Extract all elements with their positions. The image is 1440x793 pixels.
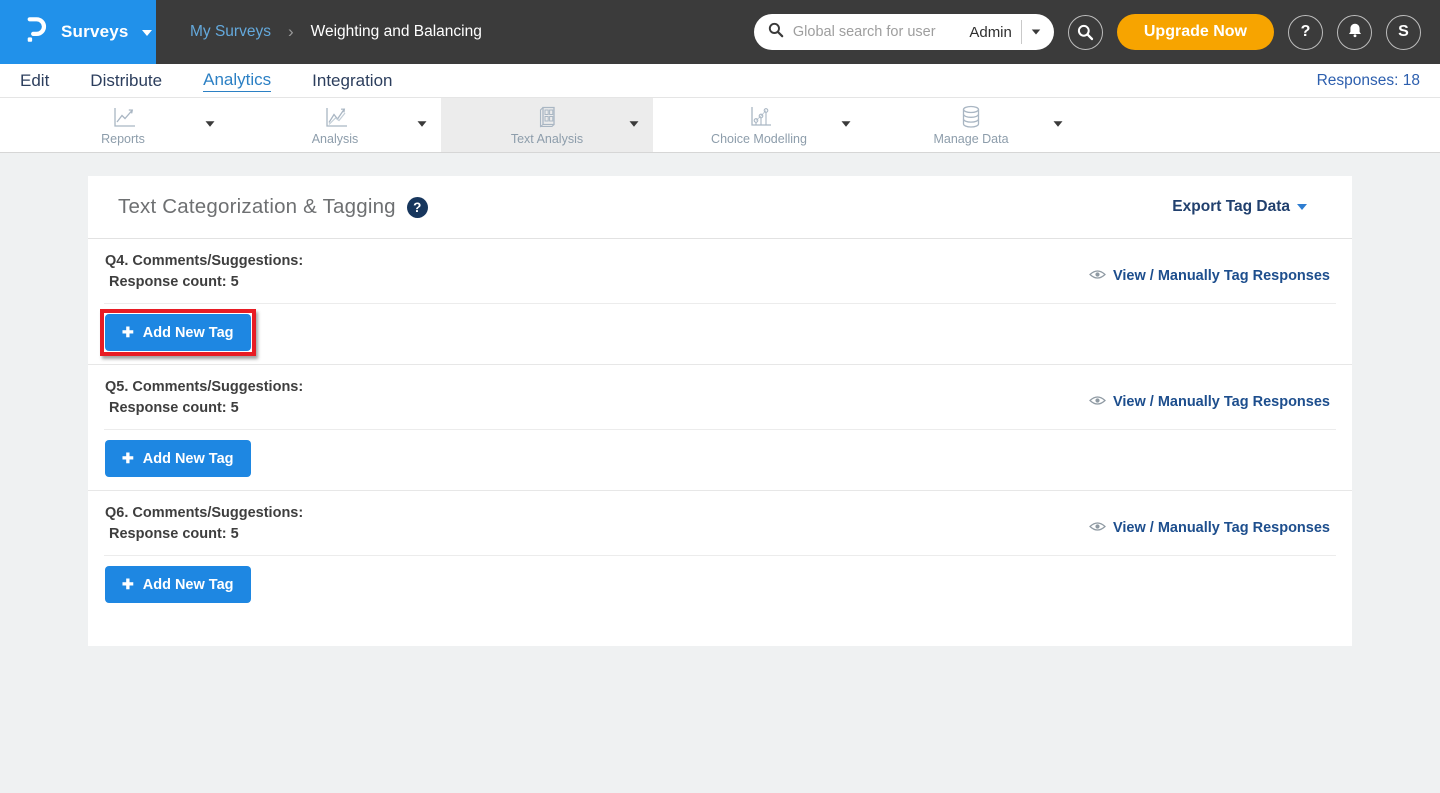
questionpro-logo-icon xyxy=(23,15,48,49)
question-title: Q5. Comments/Suggestions: xyxy=(105,377,303,398)
toolbar-item-text-analysis[interactable]: Text Analysis xyxy=(441,98,653,152)
multi-line-chart-icon xyxy=(320,105,350,130)
global-search: Admin xyxy=(754,14,1054,50)
divider xyxy=(104,555,1336,556)
tab-distribute[interactable]: Distribute xyxy=(90,70,162,92)
breadcrumb-separator-icon: › xyxy=(288,22,294,42)
response-count: Response count: 5 xyxy=(105,272,303,293)
page-title: Text Categorization & Tagging xyxy=(118,195,396,219)
question-section-q5: Q5. Comments/Suggestions: Response count… xyxy=(88,365,1352,491)
search-scope-label[interactable]: Admin xyxy=(969,24,1012,41)
breadcrumb-current: Weighting and Balancing xyxy=(311,23,482,41)
question-info: Q6. Comments/Suggestions: Response count… xyxy=(105,503,303,545)
product-menu-label: Surveys xyxy=(61,22,129,42)
divider xyxy=(104,303,1336,304)
view-manually-tag-label: View / Manually Tag Responses xyxy=(1113,394,1330,410)
question-section-q4: Q4. Comments/Suggestions: Response count… xyxy=(88,239,1352,365)
view-manually-tag-link[interactable]: View / Manually Tag Responses xyxy=(1089,268,1330,284)
search-icon xyxy=(768,22,784,43)
chevron-down-icon xyxy=(1054,121,1063,126)
eye-icon xyxy=(1089,268,1106,284)
question-title: Q6. Comments/Suggestions: xyxy=(105,503,303,524)
add-new-tag-button[interactable]: ✚ Add New Tag xyxy=(105,566,251,603)
annotation-highlight-box: ✚ Add New Tag xyxy=(100,309,256,356)
toolbar-item-manage-data[interactable]: Manage Data xyxy=(865,98,1077,152)
upgrade-now-button[interactable]: Upgrade Now xyxy=(1117,14,1274,50)
scope-chevron-down-icon[interactable] xyxy=(1032,29,1041,34)
survey-nav: Edit Distribute Analytics Integration Re… xyxy=(0,64,1440,97)
export-tag-data-button[interactable]: Export Tag Data xyxy=(1172,198,1307,216)
toolbar-item-analysis[interactable]: Analysis xyxy=(229,98,441,152)
question-title: Q4. Comments/Suggestions: xyxy=(105,251,303,272)
avatar-initial: S xyxy=(1398,23,1409,41)
export-tag-data-label: Export Tag Data xyxy=(1172,198,1290,216)
toolbar-label: Reports xyxy=(101,132,145,146)
view-manually-tag-link[interactable]: View / Manually Tag Responses xyxy=(1089,520,1330,536)
line-chart-icon xyxy=(108,105,138,130)
toolbar-label: Manage Data xyxy=(933,132,1008,146)
dot-plot-icon xyxy=(745,104,773,130)
product-menu[interactable]: Surveys xyxy=(0,0,156,64)
chevron-down-icon xyxy=(1297,204,1307,210)
toolbar-item-reports[interactable]: Reports xyxy=(17,98,229,152)
tab-analytics[interactable]: Analytics xyxy=(203,69,271,92)
divider xyxy=(104,429,1336,430)
eye-icon xyxy=(1089,394,1106,410)
response-count: Response count: 5 xyxy=(105,524,303,545)
breadcrumb: My Surveys › Weighting and Balancing xyxy=(190,0,482,64)
chevron-down-icon xyxy=(206,121,215,126)
chevron-down-icon xyxy=(630,121,639,126)
analytics-toolbar: Reports Analysis Text Analysis xyxy=(0,97,1440,153)
help-button[interactable]: ? xyxy=(1288,15,1323,50)
chevron-down-icon xyxy=(142,30,152,36)
help-icon[interactable]: ? xyxy=(407,197,428,218)
view-manually-tag-label: View / Manually Tag Responses xyxy=(1113,520,1330,536)
eye-icon xyxy=(1089,520,1106,536)
toolbar-label: Choice Modelling xyxy=(711,132,807,146)
toolbar-item-choice-modelling[interactable]: Choice Modelling xyxy=(653,98,865,152)
response-count: Response count: 5 xyxy=(105,398,303,419)
tab-integration[interactable]: Integration xyxy=(312,70,392,92)
question-info: Q5. Comments/Suggestions: Response count… xyxy=(105,377,303,419)
view-manually-tag-link[interactable]: View / Manually Tag Responses xyxy=(1089,394,1330,410)
plus-icon: ✚ xyxy=(122,450,134,467)
search-button[interactable] xyxy=(1068,15,1103,50)
chevron-down-icon xyxy=(842,121,851,126)
add-new-tag-label: Add New Tag xyxy=(143,325,234,341)
avatar[interactable]: S xyxy=(1386,15,1421,50)
card-header: Text Categorization & Tagging ? Export T… xyxy=(88,176,1352,239)
tab-edit[interactable]: Edit xyxy=(20,70,49,92)
plus-icon: ✚ xyxy=(122,576,134,593)
divider xyxy=(1021,20,1022,44)
add-new-tag-button[interactable]: ✚ Add New Tag xyxy=(105,314,251,351)
chevron-down-icon xyxy=(418,121,427,126)
topbar-actions: Admin Upgrade Now ? S xyxy=(754,0,1440,64)
question-info: Q4. Comments/Suggestions: Response count… xyxy=(105,251,303,293)
page-content: Text Categorization & Tagging ? Export T… xyxy=(0,153,1440,646)
plus-icon: ✚ xyxy=(122,324,134,341)
question-section-q6: Q6. Comments/Suggestions: Response count… xyxy=(88,491,1352,616)
text-tagging-card: Text Categorization & Tagging ? Export T… xyxy=(88,176,1352,646)
toolbar-label: Text Analysis xyxy=(511,132,583,146)
toolbar-label: Analysis xyxy=(312,132,359,146)
database-icon xyxy=(958,104,984,130)
view-manually-tag-label: View / Manually Tag Responses xyxy=(1113,268,1330,284)
breadcrumb-parent[interactable]: My Surveys xyxy=(190,23,271,41)
document-grid-icon xyxy=(534,104,560,130)
add-new-tag-label: Add New Tag xyxy=(143,451,234,467)
question-mark-icon: ? xyxy=(1301,23,1311,41)
notifications-button[interactable] xyxy=(1337,15,1372,50)
add-new-tag-label: Add New Tag xyxy=(143,577,234,593)
responses-count: Responses: 18 xyxy=(1317,72,1420,90)
bell-icon xyxy=(1346,21,1364,43)
add-new-tag-button[interactable]: ✚ Add New Tag xyxy=(105,440,251,477)
top-bar: Surveys My Surveys › Weighting and Balan… xyxy=(0,0,1440,64)
global-search-input[interactable] xyxy=(793,24,960,40)
